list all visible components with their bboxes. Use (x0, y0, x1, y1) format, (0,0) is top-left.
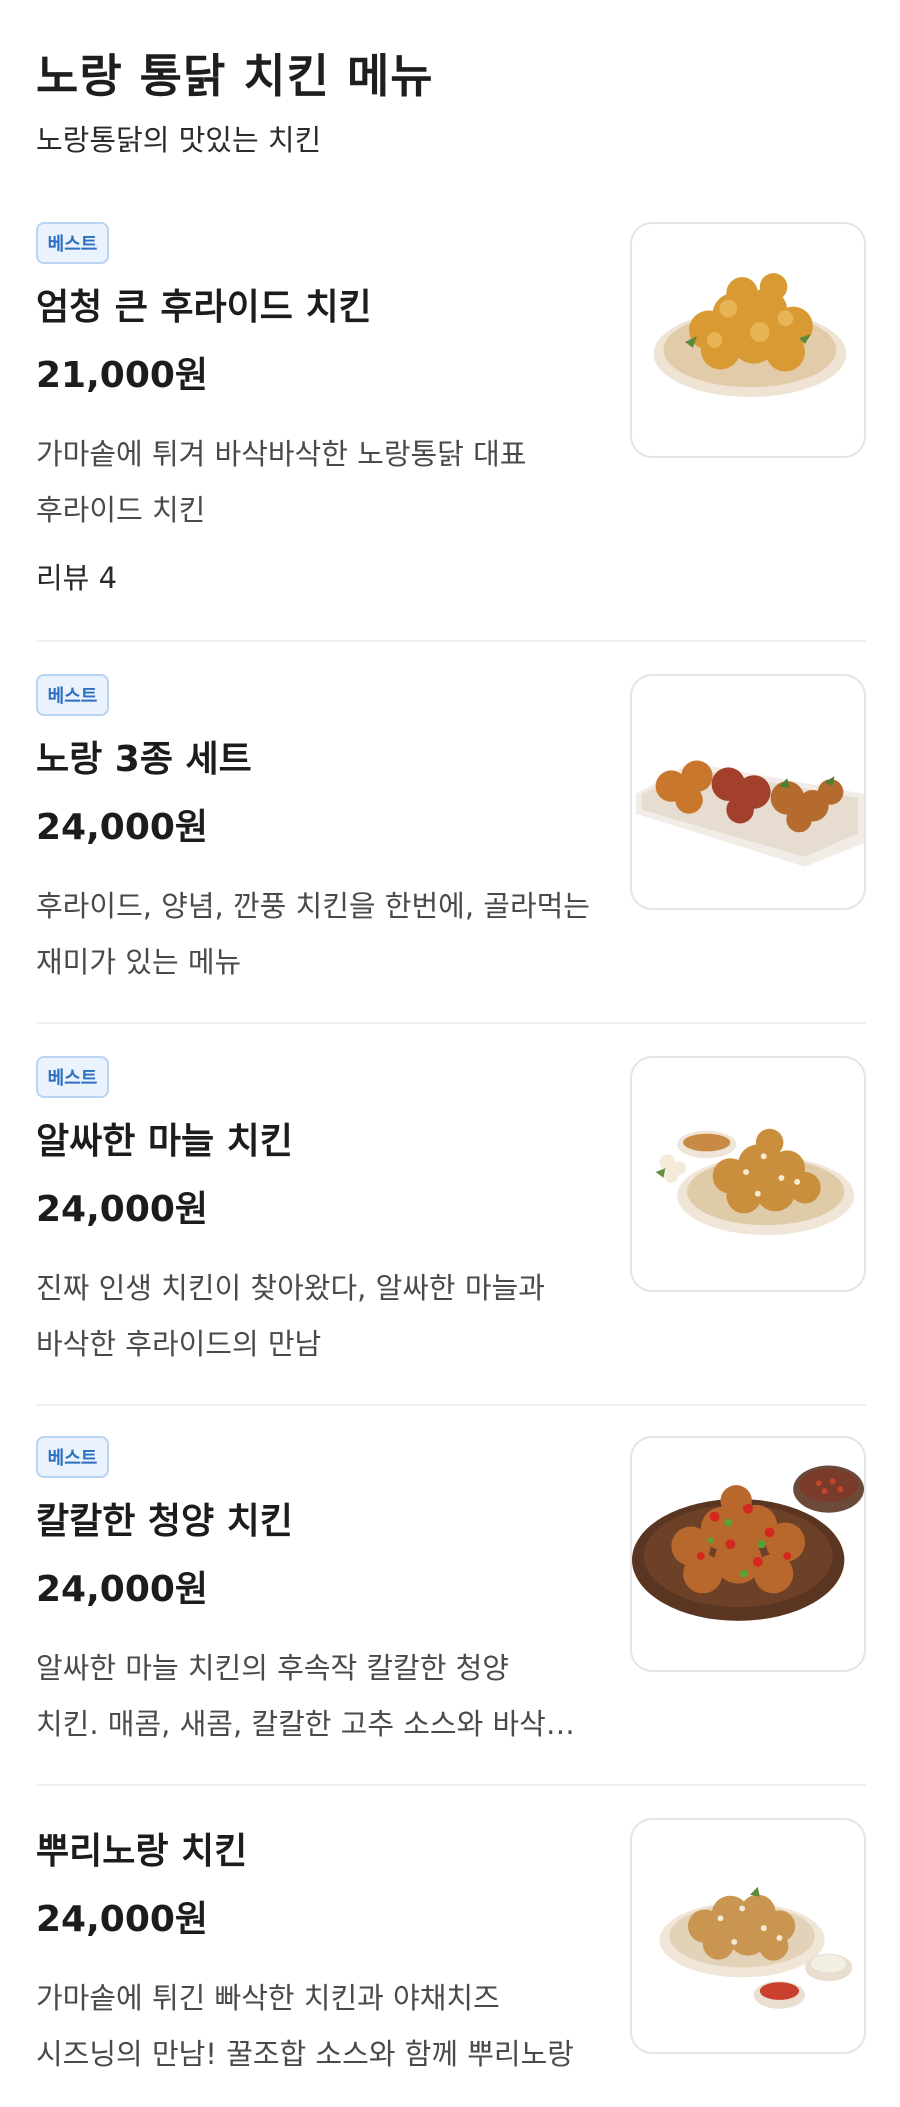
description-line: 진짜 인생 치킨이 찾아왔다, 알싸한 마늘과 (36, 1271, 545, 1305)
description-line: 후라이드 치킨 (36, 493, 206, 527)
menu-item-fried-chicken[interactable]: 베스트 엄청 큰 후라이드 치킨 21,000원 가마솥에 튀겨 바삭바삭한 노… (36, 222, 866, 612)
menu-page: 노랑 통닭 치킨 메뉴 노랑통닭의 맛있는 치킨 베스트 엄청 큰 후라이드 치… (0, 0, 900, 2107)
menu-item-price: 24,000원 (36, 807, 209, 848)
menu-item-name: 엄청 큰 후라이드 치킨 (36, 287, 372, 328)
menu-item-description: 가마솥에 튀긴 빠삭한 치킨과 야채치즈 시즈닝의 만남! 꿀조합 소스와 함께… (36, 1970, 611, 2082)
menu-item-name: 칼칼한 청양 치킨 (36, 1501, 293, 1542)
menu-item-image[interactable] (630, 674, 866, 910)
menu-item-name: 뿌리노랑 치킨 (36, 1831, 248, 1872)
three-chicken-platter-icon (635, 760, 864, 867)
menu-item-image[interactable] (630, 1818, 866, 2054)
menu-item-description: 알싸한 마늘 치킨의 후속작 칼칼한 청양 치킨. 매콤, 새콤, 칼칼한 고추… (36, 1640, 611, 1752)
page-header: 노랑 통닭 치킨 메뉴 노랑통닭의 맛있는 치킨 (36, 44, 866, 160)
fried-chicken-plate-icon (653, 273, 847, 398)
page-subtitle: 노랑통닭의 맛있는 치킨 (36, 123, 322, 157)
menu-item-description: 가마솥에 튀겨 바삭바삭한 노랑통닭 대표 후라이드 치킨 (36, 426, 611, 538)
divider (36, 1784, 866, 1786)
menu-item-three-set[interactable]: 베스트 노랑 3종 세트 24,000원 후라이드, 양념, 깐풍 치킨을 한번… (36, 674, 866, 1004)
spicy-chicken-plate-icon (632, 1465, 864, 1621)
menu-item-image[interactable] (630, 222, 866, 458)
menu-item-image[interactable] (630, 1056, 866, 1292)
description-line: 가마솥에 튀겨 바삭바삭한 노랑통닭 대표 (36, 437, 527, 471)
description-line: 치킨. 매콤, 새콤, 칼칼한 고추 소스와 바삭… (36, 1707, 575, 1741)
menu-item-image[interactable] (630, 1436, 866, 1672)
menu-item-description: 진짜 인생 치킨이 찾아왔다, 알싸한 마늘과 바삭한 후라이드의 만남 (36, 1260, 611, 1372)
menu-item-garlic-chicken[interactable]: 베스트 알싸한 마늘 치킨 24,000원 진짜 인생 치킨이 찾아왔다, 알싸… (36, 1056, 866, 1386)
divider (36, 1022, 866, 1024)
description-line: 가마솥에 튀긴 빠삭한 치킨과 야채치즈 (36, 1981, 500, 2015)
page-title: 노랑 통닭 치킨 메뉴 (36, 49, 434, 103)
garlic-chicken-plate-icon (655, 1128, 855, 1235)
best-badge: 베스트 (36, 674, 109, 716)
best-badge: 베스트 (36, 1056, 109, 1098)
description-line: 바삭한 후라이드의 만남 (36, 1327, 322, 1361)
menu-item-name: 노랑 3종 세트 (36, 739, 252, 780)
menu-item-price: 24,000원 (36, 1569, 209, 1610)
menu-item-description: 후라이드, 양념, 깐풍 치킨을 한번에, 골라먹는 재미가 있는 메뉴 (36, 878, 611, 990)
best-badge: 베스트 (36, 1436, 109, 1478)
menu-item-price: 24,000원 (36, 1189, 209, 1230)
seasoned-chicken-plate-icon (659, 1886, 853, 2009)
menu-item-seasoned-chicken[interactable]: 뿌리노랑 치킨 24,000원 가마솥에 튀긴 빠삭한 치킨과 야채치즈 시즈닝… (36, 1818, 866, 2098)
description-line: 알싸한 마늘 치킨의 후속작 칼칼한 청양 (36, 1651, 509, 1685)
divider (36, 640, 866, 642)
description-line: 시즈닝의 만남! 꿀조합 소스와 함께 뿌리노랑 (36, 2037, 574, 2071)
menu-item-name: 알싸한 마늘 치킨 (36, 1121, 293, 1162)
best-badge: 베스트 (36, 222, 109, 264)
description-line: 재미가 있는 메뉴 (36, 945, 242, 979)
divider (36, 1404, 866, 1406)
review-count[interactable]: 리뷰 4 (36, 558, 117, 598)
menu-item-price: 21,000원 (36, 355, 209, 396)
menu-item-price: 24,000원 (36, 1899, 209, 1940)
description-line: 후라이드, 양념, 깐풍 치킨을 한번에, 골라먹는 (36, 889, 590, 923)
menu-item-spicy-chicken[interactable]: 베스트 칼칼한 청양 치킨 24,000원 알싸한 마늘 치킨의 후속작 칼칼한… (36, 1436, 866, 1766)
